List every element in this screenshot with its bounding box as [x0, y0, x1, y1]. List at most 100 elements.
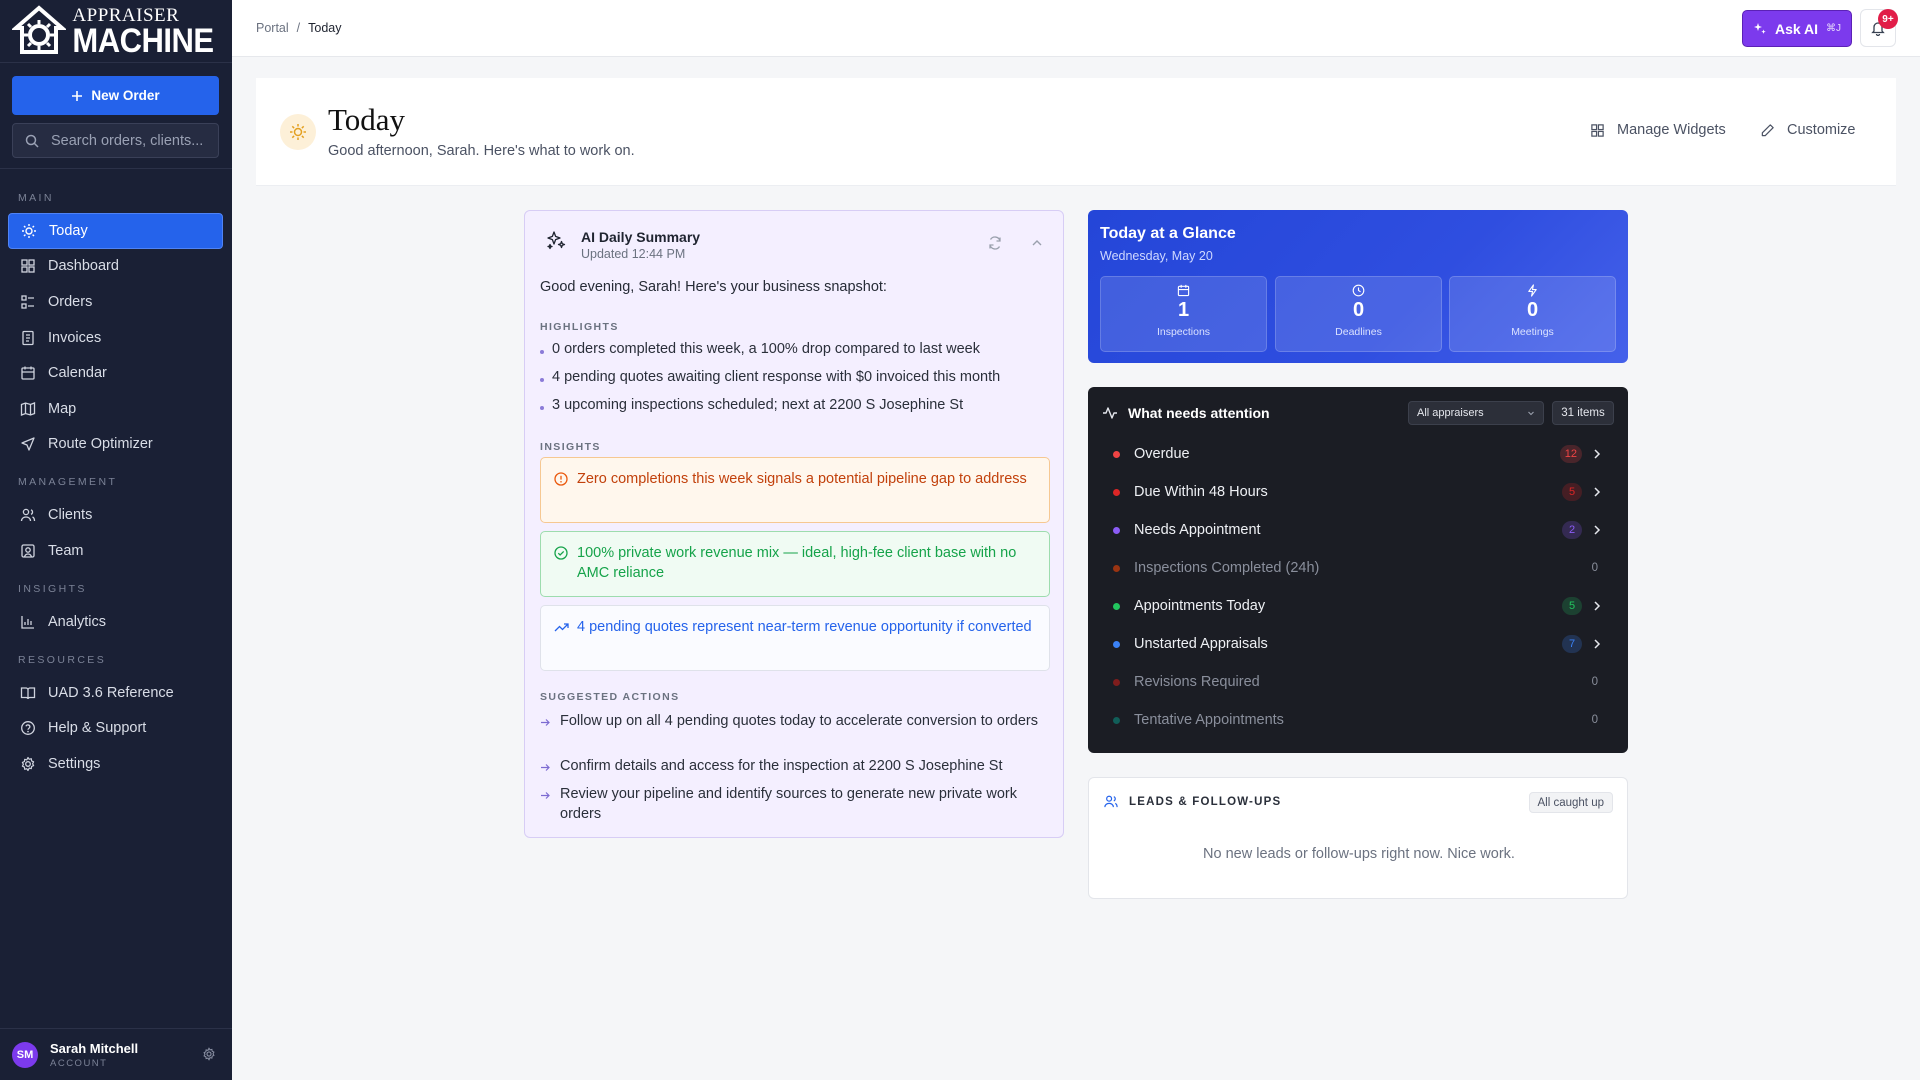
clock-icon [1352, 284, 1365, 297]
widgets-icon [1591, 123, 1604, 137]
sidebar-item-label: Clients [48, 507, 93, 523]
stat-value: 0 [1526, 299, 1539, 321]
bullet-icon [540, 350, 544, 354]
sidebar-item-help[interactable]: Help & Support [8, 710, 223, 746]
attention-label: Unstarted Appraisals [1134, 636, 1268, 652]
chevron-right-icon [1594, 525, 1601, 535]
sidebar-item-orders[interactable]: Orders [8, 284, 223, 320]
team-icon [21, 544, 35, 558]
count-value: 0 [1591, 714, 1598, 726]
status-dot-icon [1113, 602, 1120, 610]
chevron-down-icon [1528, 411, 1534, 416]
ai-summary-title: AI Daily Summary [581, 229, 701, 245]
sidebar-item-dashboard[interactable]: Dashboard [8, 248, 223, 284]
pencil-icon [1761, 123, 1774, 136]
attention-label: Tentative Appointments [1134, 712, 1284, 728]
attention-label: Overdue [1134, 446, 1190, 462]
stat-value: 0 [1352, 299, 1365, 321]
stat-inspections[interactable]: 1 Inspections [1100, 276, 1267, 352]
stat-value: 1 [1177, 299, 1190, 321]
leads-empty-message: No new leads or follow-ups right now. Ni… [1203, 846, 1515, 862]
status-dot-icon [1113, 488, 1120, 496]
search-input[interactable]: Search orders, clients... [12, 123, 219, 158]
stat-label: Deadlines [1335, 326, 1382, 338]
sidebar-item-uad-reference[interactable]: UAD 3.6 Reference [8, 675, 223, 711]
user-account[interactable]: SM Sarah Mitchell ACCOUNT [0, 1028, 232, 1080]
count-badge: 12 [1559, 445, 1582, 463]
navigation-icon [21, 437, 35, 451]
attention-row[interactable]: Due Within 48 Hours 5 [1088, 473, 1628, 511]
sidebar-item-settings[interactable]: Settings [8, 746, 223, 782]
breadcrumb-portal[interactable]: Portal [256, 21, 289, 35]
attention-label: Due Within 48 Hours [1134, 484, 1268, 500]
map-icon [20, 402, 36, 416]
list-item: 4 pending quotes awaiting client respons… [540, 369, 1000, 385]
page-header: Today Good afternoon, Sarah. Here's what… [256, 78, 1896, 186]
suggested-action[interactable]: Follow up on all 4 pending quotes today … [540, 711, 1050, 731]
attention-label: Needs Appointment [1134, 522, 1261, 538]
new-order-button[interactable]: New Order [12, 76, 219, 115]
alert-circle-icon [554, 472, 568, 486]
attention-row[interactable]: Overdue 12 [1088, 435, 1628, 473]
check-circle-icon [554, 546, 568, 560]
bar-chart-icon [21, 616, 34, 629]
sidebar-item-calendar[interactable]: Calendar [8, 355, 223, 391]
status-dot-icon [1113, 678, 1120, 686]
section-insights: INSIGHTS [18, 583, 87, 595]
topbar: Portal / Today Ask AI ⌘J 9+ [232, 0, 1920, 57]
bullet-icon [540, 378, 544, 382]
appraiser-filter-select[interactable]: All appraisers [1408, 401, 1544, 425]
count-badge: 7 [1562, 635, 1582, 653]
suggested-action[interactable]: Review your pipeline and identify source… [540, 784, 1050, 824]
glance-title: Today at a Glance [1100, 225, 1236, 242]
arrow-right-icon [541, 764, 550, 771]
manage-widgets-button[interactable]: Manage Widgets [1590, 122, 1726, 138]
chevron-up-icon[interactable] [1029, 235, 1045, 251]
stat-meetings[interactable]: 0 Meetings [1449, 276, 1616, 352]
page-subtitle: Good afternoon, Sarah. Here's what to wo… [328, 143, 635, 159]
action-text: Review your pipeline and identify source… [560, 786, 1017, 822]
status-dot-icon [1113, 716, 1120, 724]
brand-logo[interactable]: APPRAISER MACHINE [0, 0, 232, 63]
search-placeholder: Search orders, clients... [51, 132, 204, 149]
sidebar-item-clients[interactable]: Clients [8, 497, 223, 533]
sidebar-item-route-optimizer[interactable]: Route Optimizer [8, 426, 223, 462]
sidebar-item-label: Route Optimizer [48, 436, 153, 452]
attention-row[interactable]: Unstarted Appraisals 7 [1088, 625, 1628, 663]
gear-icon[interactable] [202, 1047, 216, 1061]
attention-row[interactable]: Needs Appointment 2 [1088, 511, 1628, 549]
highlights-heading: HIGHLIGHTS [540, 321, 619, 333]
book-icon [20, 687, 36, 700]
ask-ai-shortcut: ⌘J [1826, 23, 1842, 34]
attention-row: Revisions Required 0 [1088, 663, 1628, 701]
sidebar-item-invoices[interactable]: Invoices [8, 320, 223, 356]
customize-button[interactable]: Customize [1760, 122, 1856, 138]
count-badge: 5 [1562, 483, 1582, 501]
what-needs-attention-card: What needs attention All appraisers 31 i… [1088, 387, 1628, 753]
refresh-icon[interactable] [987, 235, 1003, 251]
sidebar-item-team[interactable]: Team [8, 533, 223, 569]
suggested-action[interactable]: Confirm details and access for the inspe… [540, 756, 1050, 776]
sidebar-item-today[interactable]: Today [8, 213, 223, 249]
sidebar-item-analytics[interactable]: Analytics [8, 604, 223, 640]
attention-row[interactable]: Appointments Today 5 [1088, 587, 1628, 625]
breadcrumb: Portal / Today [256, 21, 342, 35]
house-logo-icon [12, 5, 67, 54]
insight-info: 4 pending quotes represent near-term rev… [540, 605, 1050, 671]
ask-ai-button[interactable]: Ask AI ⌘J [1742, 10, 1852, 47]
sun-icon [22, 224, 36, 238]
attention-row: Inspections Completed (24h) 0 [1088, 549, 1628, 587]
items-count-badge: 31 items [1552, 401, 1614, 425]
status-dot-icon [1113, 526, 1120, 534]
help-icon [21, 721, 35, 735]
sidebar-item-label: Help & Support [48, 720, 147, 736]
page-title: Today [328, 102, 406, 137]
sidebar-item-label: Map [48, 401, 77, 417]
ai-daily-summary-card: AI Daily Summary Updated 12:44 PM Good e… [524, 210, 1064, 838]
today-at-a-glance-card: Today at a Glance Wednesday, May 20 1 In… [1088, 210, 1628, 363]
action-text: Confirm details and access for the inspe… [560, 758, 1003, 774]
attention-label: Appointments Today [1134, 598, 1266, 614]
sidebar-item-map[interactable]: Map [8, 391, 223, 427]
users-icon [1104, 795, 1118, 808]
stat-deadlines[interactable]: 0 Deadlines [1275, 276, 1442, 352]
